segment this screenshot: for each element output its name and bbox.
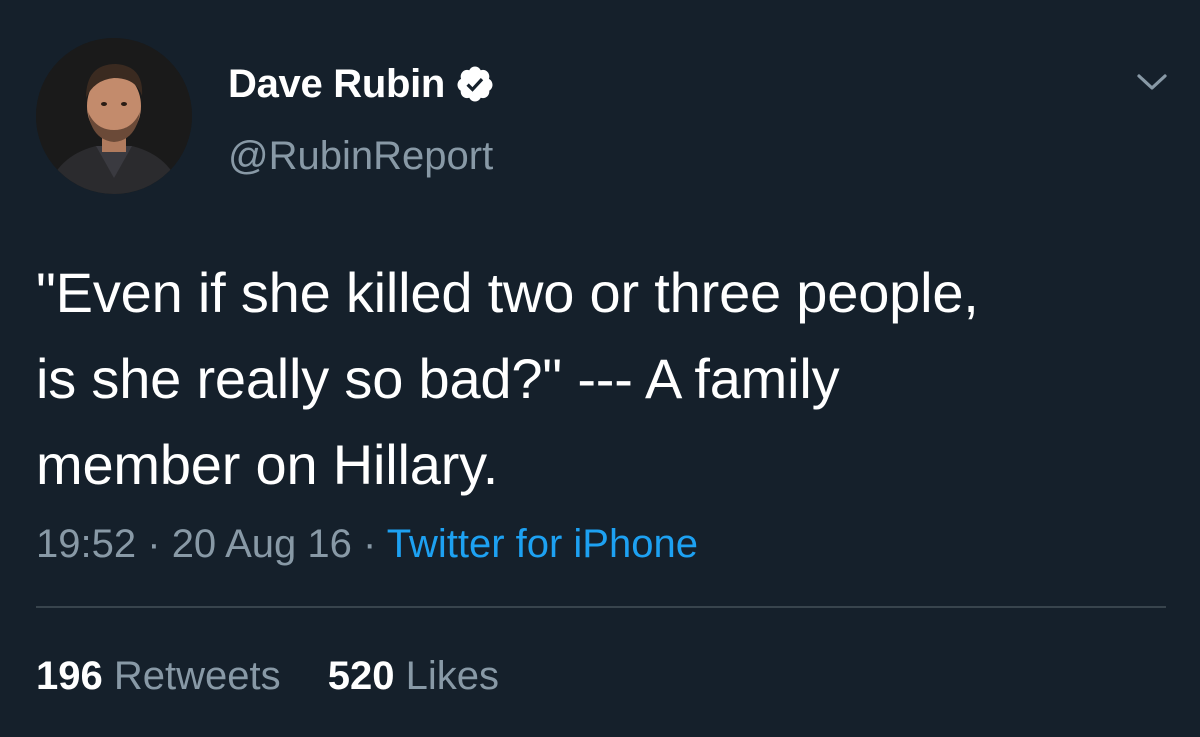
avatar-image [36,38,192,194]
verified-badge-icon [455,64,495,104]
tweet-metadata: 19:52 · 20 Aug 16 · Twitter for iPhone [36,522,698,566]
avatar[interactable] [36,38,192,194]
tweet-stats: 196 Retweets 520 Likes [36,654,499,698]
likes-count: 520 [327,654,395,698]
meta-separator: · [147,522,161,566]
tweet-source-link[interactable]: Twitter for iPhone [387,522,698,566]
tweet-time[interactable]: 19:52 [36,522,136,566]
author-row: Dave Rubin [228,58,495,110]
meta-separator: · [363,522,377,566]
user-handle[interactable]: @RubinReport [228,136,493,176]
tweet-card: Dave Rubin @RubinReport "Even if she kil… [0,0,1200,737]
likes-stat[interactable]: 520 Likes [328,654,499,698]
display-name[interactable]: Dave Rubin [228,64,445,104]
divider [36,606,1166,608]
chevron-down-icon[interactable] [1134,68,1170,96]
retweets-stat[interactable]: 196 Retweets [36,654,292,698]
retweets-label: Retweets [113,654,281,698]
tweet-text: "Even if she killed two or three people,… [36,261,979,496]
retweets-count: 196 [36,654,103,698]
likes-label: Likes [405,654,500,698]
tweet-date[interactable]: 20 Aug 16 [172,522,352,566]
